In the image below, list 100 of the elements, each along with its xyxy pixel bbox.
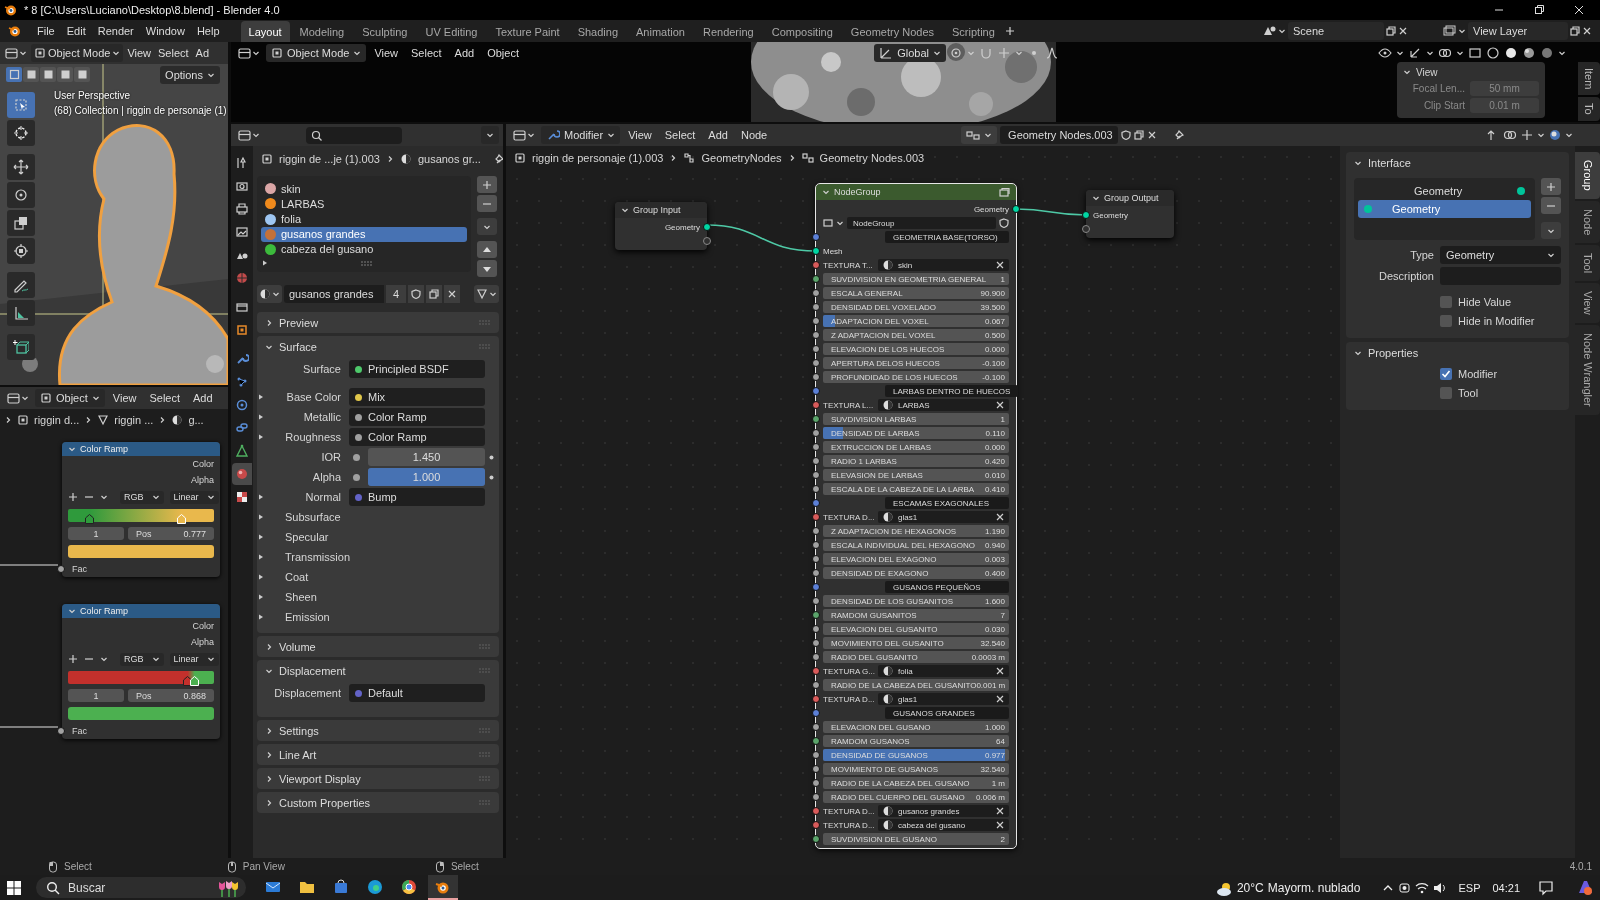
menu-item[interactable]: View [124, 44, 155, 62]
interpolation-dropdown[interactable]: Linear [169, 490, 219, 504]
menu-item[interactable]: Ad [192, 44, 213, 62]
material-field[interactable]: skin [878, 259, 1009, 271]
number-field[interactable]: ELEVASION DE LARBAS 0.010 [823, 469, 1009, 481]
options-dropdown[interactable]: Options [160, 66, 220, 84]
number-field[interactable]: ESCALA GENERAL 90.900 [823, 287, 1009, 299]
menu-item[interactable]: View [623, 126, 657, 144]
workspace-tab[interactable]: UV Editing [417, 21, 486, 42]
panel-header[interactable]: Line Art [257, 744, 499, 765]
panel-header[interactable]: Preview [257, 312, 499, 333]
search-input[interactable]: Buscar [66, 879, 210, 896]
position-field[interactable]: Pos 0.777 [128, 527, 214, 540]
panel-header[interactable]: Settings [257, 720, 499, 741]
number-field[interactable]: RADIO DEL CUERPO DEL GUSANO 0.006 m [823, 791, 1009, 803]
number-field[interactable]: DENSIDAD DEL VOXELADO 39.500 [823, 301, 1009, 313]
sidebar-tab[interactable]: Node Wrangler [1575, 324, 1600, 415]
menu-item[interactable]: Select [155, 44, 192, 62]
menu-item[interactable]: View [107, 389, 142, 407]
link-field[interactable]: Mix [349, 388, 485, 406]
sidebar-tab[interactable]: Node [1575, 200, 1600, 243]
material-slot[interactable]: LARBAS [261, 196, 467, 212]
material-slot[interactable]: gusanos grandes [261, 226, 467, 242]
material-field[interactable]: glas1 [878, 693, 1009, 705]
number-field[interactable]: ESCALA DE LA CABEZA DE LA LARBA 0.410 [823, 483, 1009, 495]
menu-item[interactable]: Add [449, 44, 480, 62]
number-field[interactable]: DENSIDAD DE EXAGONO 0.400 [823, 567, 1009, 579]
interface-item[interactable]: Geometry [1358, 200, 1531, 218]
menu-item[interactable]: Help [191, 22, 225, 40]
number-field[interactable]: ELEVACION DEL EXAGONO 0.003 [823, 553, 1009, 565]
menu-item[interactable]: Edit [61, 22, 91, 40]
workspace-tab[interactable]: Modeling [291, 21, 353, 42]
number-field[interactable]: RADIO DEL GUSANITO 0.0003 m [823, 651, 1009, 663]
workspace-tab[interactable]: Geometry Nodes [842, 21, 942, 42]
slider-field[interactable]: DENSIDAD DE GUSANOS 0.977 [823, 749, 1009, 761]
material-slot[interactable]: cabeza del gusano [261, 241, 467, 257]
node-group-field[interactable]: NodeGroup [847, 217, 996, 229]
subpanel-label[interactable]: Subsurface [273, 511, 485, 523]
stop-index-field[interactable]: 1 [68, 689, 124, 702]
workspace-tab[interactable]: Animation [628, 21, 693, 42]
menu-item[interactable]: Select [659, 126, 701, 144]
view-layer-selector[interactable]: View Layer [1468, 22, 1568, 40]
material-field[interactable]: glas1 [878, 511, 1009, 523]
number-field[interactable]: 1.450 [368, 448, 485, 466]
subpanel-label[interactable]: Coat [273, 571, 485, 583]
workspace-tab[interactable]: Rendering [694, 21, 762, 42]
number-field[interactable]: ELEVACION DEL GUSANITO 0.030 [823, 623, 1009, 635]
number-field[interactable]: RADIO DE LA CABEZA DEL GUSANO 1 m [823, 777, 1009, 789]
language-indicator[interactable]: ESP [1458, 881, 1481, 894]
menu-item[interactable]: Render [92, 22, 139, 40]
interpolation-dropdown[interactable]: Linear [169, 652, 219, 666]
link-field[interactable]: Bump [349, 488, 485, 506]
interface-item[interactable]: Geometry [1358, 182, 1531, 200]
color-mode-dropdown[interactable]: RGB [120, 652, 164, 666]
menu-item[interactable]: Node [735, 126, 773, 144]
number-field[interactable]: Z ADAPTACION DE HEXAGONOS 1.190 [823, 525, 1009, 537]
material-field[interactable]: LARBAS [878, 399, 1009, 411]
number-field[interactable]: SUVDIVISION LARBAS 1 [823, 413, 1009, 425]
color-mode-dropdown[interactable]: RGB [120, 490, 164, 504]
position-field[interactable]: Pos 0.868 [128, 689, 214, 702]
number-field[interactable]: RAMDOM GUSANITOS 7 [823, 609, 1009, 621]
slider-field[interactable]: 1.000 [368, 468, 485, 486]
node-tree-field[interactable]: Geometry Nodes.003 [1000, 126, 1119, 144]
clock-text[interactable]: 04:21 [1492, 881, 1520, 894]
menu-item[interactable]: Select [406, 44, 447, 62]
workspace-tab[interactable]: Layout [240, 21, 290, 42]
number-field[interactable]: PROFUNDIDAD DE LOS HUECOS -0.100 [823, 371, 1009, 383]
material-field[interactable]: gusanos grandes [878, 805, 1009, 817]
search-field[interactable]: Buscar [36, 877, 246, 898]
number-field[interactable]: MOVIMIENTO DE GUSANOS 32.540 [823, 763, 1009, 775]
material-field[interactable]: folia [878, 665, 1009, 677]
number-field[interactable]: SUVDIVISION EN GEOMETRIA GENERAL 1 [823, 273, 1009, 285]
link-field[interactable]: Default [349, 684, 485, 702]
link-field[interactable]: Principled BSDF [349, 360, 485, 378]
material-slot[interactable]: folia [261, 211, 467, 227]
orientation-dropdown[interactable]: Global [874, 44, 947, 62]
mode-dropdown[interactable]: Object Mode [31, 44, 124, 62]
panel-header[interactable]: Interface [1346, 152, 1569, 174]
workspace-tab[interactable]: Sculpting [354, 21, 416, 42]
scene-selector[interactable]: Scene [1288, 22, 1384, 40]
menu-item[interactable]: Select [144, 389, 186, 407]
number-field[interactable]: MOVIMIENTO DEL GUSANITO 32.540 [823, 637, 1009, 649]
editor-mode-dropdown[interactable]: Modifier [541, 126, 621, 144]
stop-index-field[interactable]: 1 [68, 527, 124, 540]
sidebar-tab[interactable]: To [1578, 97, 1600, 122]
number-field[interactable]: RAMDOM GUSANOS 64 [823, 735, 1009, 747]
user-count[interactable]: 4 [386, 285, 406, 303]
number-field[interactable]: RADIO 1 LARBAS 0.420 [823, 455, 1009, 467]
material-slot[interactable]: skin [261, 181, 467, 197]
mode-dropdown[interactable]: Object Mode [266, 44, 367, 62]
object-dropdown[interactable]: Object [35, 389, 105, 407]
panel-header[interactable]: Custom Properties [257, 792, 499, 813]
number-field[interactable]: DENSIDAD DE LOS GUSANITOS 1.600 [823, 595, 1009, 607]
number-field[interactable]: Z ADAPTACION DEL VOXEL 0.500 [823, 329, 1009, 341]
number-field[interactable]: SUVDIVISION DEL GUSANO 2 [823, 833, 1009, 845]
workspace-tab[interactable]: Shading [569, 21, 627, 42]
panel-header[interactable]: Viewport Display [257, 768, 499, 789]
number-field[interactable]: EXTRUCCION DE LARBAS 0.000 [823, 441, 1009, 453]
menu-item[interactable]: View [369, 44, 404, 62]
number-field[interactable]: ELEVACION DEL GUSANO 1.000 [823, 721, 1009, 733]
